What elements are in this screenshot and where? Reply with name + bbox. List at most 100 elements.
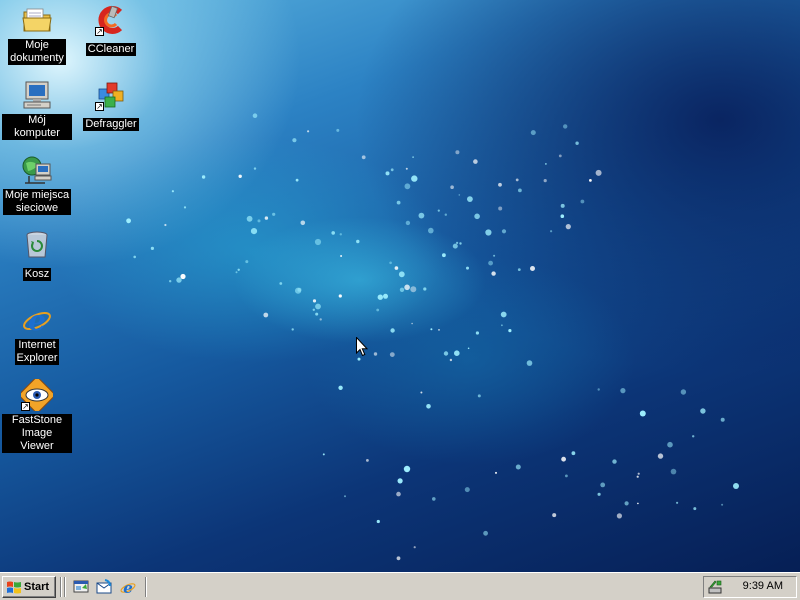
desktop-icon-my-documents[interactable]: Moje dokumenty (2, 4, 72, 66)
wallpaper-sparkle (411, 322, 413, 325)
wallpaper-sparkle (442, 253, 446, 258)
wallpaper-sparkle (403, 465, 411, 473)
wallpaper-sparkle (560, 203, 565, 208)
wallpaper-sparkle (300, 220, 306, 226)
show-desktop-icon[interactable] (73, 579, 89, 595)
wallpaper-sparkle (456, 241, 459, 244)
wallpaper-sparkle (315, 303, 321, 310)
start-label: Start (24, 581, 50, 593)
desktop-icon-recycle-bin[interactable]: Kosz (2, 229, 72, 282)
recycle-bin-icon (21, 229, 53, 261)
wallpaper-sparkle (498, 206, 503, 211)
desktop-icon-internet-explorer[interactable]: e Internet Explorer (2, 304, 72, 366)
outlook-express-icon[interactable] (96, 579, 112, 595)
wallpaper-sparkle (396, 556, 401, 561)
wallpaper-sparkle (550, 230, 553, 233)
wallpaper-sparkle (164, 223, 167, 227)
taskbar-separator (145, 577, 147, 597)
wallpaper-sparkle (176, 277, 182, 283)
taskbar-separator (60, 577, 62, 597)
wallpaper-sparkle (237, 268, 240, 271)
wallpaper-sparkle (150, 246, 154, 250)
wallpaper-sparkle (449, 358, 453, 362)
wallpaper-sparkle (405, 220, 411, 226)
wallpaper-sparkle (263, 312, 269, 318)
wallpaper-sparkle (295, 287, 302, 294)
wallpaper-sparkle (475, 331, 479, 335)
wallpaper-sparkle (721, 503, 724, 506)
start-button[interactable]: Start (2, 576, 56, 598)
wallpaper-sparkle (565, 474, 568, 478)
wallpaper-sparkle (428, 227, 434, 234)
desktop-icon-defraggler[interactable]: ↗ Defraggler (76, 79, 146, 132)
wallpaper-sparkle (526, 360, 533, 366)
wallpaper-sparkle (560, 214, 565, 218)
wallpaper-sparkle (366, 459, 369, 462)
wallpaper-sparkle (552, 513, 557, 518)
wallpaper-sparkle (443, 351, 449, 356)
wallpaper-sparkle (700, 408, 706, 414)
internet-explorer-icon[interactable]: e (120, 579, 136, 595)
wallpaper-sparkle (376, 519, 380, 524)
wallpaper-sparkle (676, 501, 679, 504)
wallpaper-sparkle (636, 475, 639, 478)
desktop-icon-label: Mój komputer (2, 114, 72, 140)
wallpaper-sparkle (616, 513, 623, 519)
wallpaper-sparkle (250, 228, 258, 235)
wallpaper-sparkle (291, 328, 294, 331)
desktop-icon-faststone-image-viewer[interactable]: ↗ FastStone Image Viewer (2, 379, 72, 454)
safely-remove-hardware-icon[interactable] (707, 579, 723, 595)
wallpaper-sparkle (264, 216, 269, 220)
desktop-icon-my-computer[interactable]: Mój komputer (2, 79, 72, 141)
wallpaper-sparkle (452, 243, 458, 249)
wallpaper-sparkle (307, 130, 310, 133)
wallpaper-sparkle (670, 468, 677, 475)
wallpaper-sparkle (169, 280, 172, 283)
wallpaper-sparkle (423, 287, 427, 291)
wallpaper-sparkle (692, 435, 695, 438)
wallpaper-sparkle (693, 507, 697, 511)
wallpaper-sparkle (444, 213, 447, 216)
wallpaper-sparkle (336, 128, 340, 132)
wallpaper-sparkle (624, 501, 629, 506)
clock[interactable]: 9:39 AM (743, 580, 783, 592)
wallpaper-sparkle (246, 215, 253, 222)
desktop-icon-ccleaner[interactable]: ↗ CCleaner (76, 4, 146, 57)
wallpaper-sparkle (474, 213, 480, 220)
wallpaper-sparkle (515, 464, 521, 470)
wallpaper-sparkle (432, 497, 436, 501)
wallpaper-sparkle (545, 163, 547, 165)
network-places-icon (21, 154, 53, 186)
wallpaper-sparkle (338, 385, 343, 390)
wallpaper-sparkle (637, 472, 640, 475)
wallpaper-sparkle (201, 175, 206, 179)
wallpaper-sparkle (518, 188, 522, 193)
wallpaper-sparkle (600, 482, 606, 488)
wallpaper-sparkle (252, 113, 258, 118)
wallpaper-sparkle (253, 167, 257, 170)
wallpaper-sparkle (561, 456, 566, 462)
wallpaper-sparkle (315, 312, 319, 316)
wallpaper-sparkle (257, 219, 261, 223)
wallpaper-sparkle (376, 308, 380, 312)
wallpaper-sparkle (500, 311, 507, 318)
wallpaper-sparkle (390, 168, 394, 172)
wallpaper-sparkle (558, 154, 562, 158)
desktop-icon-network-places[interactable]: Moje miejsca sieciowe (2, 154, 72, 216)
wallpaper-sparkle (312, 299, 317, 303)
wallpaper-sparkle (657, 453, 664, 459)
desktop-icon-label: CCleaner (85, 43, 137, 56)
wallpaper-sparkle (279, 282, 283, 285)
wallpaper-sparkle (394, 266, 399, 270)
wallpaper-sparkle (361, 155, 366, 160)
desktop[interactable]: Moje dokumenty ↗ CCleaner Mój komputer ↗… (0, 0, 800, 572)
wallpaper-sparkle (171, 190, 174, 193)
wallpaper-sparkle (437, 209, 440, 212)
wallpaper-sparkle (530, 130, 536, 136)
wallpaper-sparkle (396, 491, 401, 497)
wallpaper-sparkle (455, 150, 460, 155)
wallpaper-sparkle (495, 471, 497, 474)
desktop-icon-label: Moje miejsca sieciowe (2, 189, 72, 215)
wallpaper-sparkle (485, 229, 492, 236)
wallpaper-sparkle (467, 196, 473, 203)
